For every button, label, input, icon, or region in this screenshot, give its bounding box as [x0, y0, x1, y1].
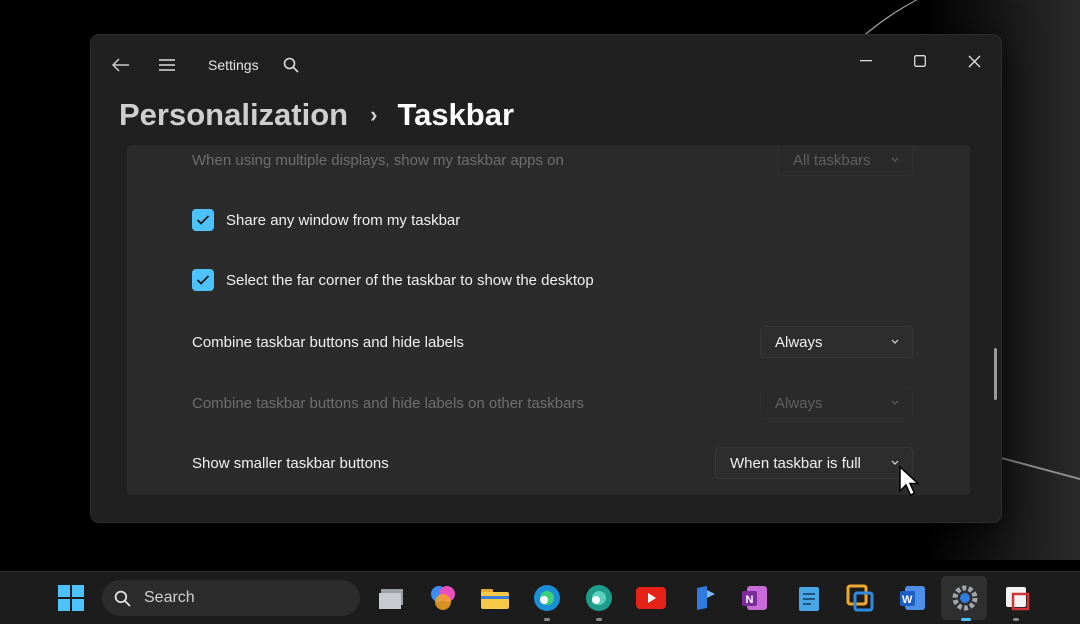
smaller-buttons-dropdown[interactable]: When taskbar is full	[715, 447, 913, 479]
page-title: Taskbar	[397, 97, 515, 132]
active-indicator	[961, 618, 971, 621]
svg-text:N: N	[746, 594, 754, 606]
maximize-button[interactable]	[897, 43, 943, 79]
search-icon	[114, 590, 131, 607]
title-bar: Settings	[91, 35, 1001, 95]
combine-other-dropdown: Always	[760, 387, 913, 419]
multi-display-label: When using multiple displays, show my ta…	[192, 151, 564, 169]
start-icon	[58, 585, 84, 611]
breadcrumb-separator: ›	[370, 102, 378, 127]
combine-dropdown[interactable]: Always	[760, 326, 913, 358]
scrollbar-thumb[interactable]	[994, 348, 997, 400]
smaller-buttons-value: When taskbar is full	[730, 454, 861, 472]
menu-button[interactable]	[153, 51, 181, 79]
share-window-label: Share any window from my taskbar	[226, 211, 461, 229]
running-indicator	[596, 618, 602, 621]
taskbar: Search N W	[0, 571, 1080, 624]
snipping-icon	[1006, 587, 1030, 611]
taskbar-app-explorer-old[interactable]	[376, 583, 406, 613]
chevron-down-icon	[891, 157, 899, 162]
svg-text:W: W	[902, 594, 913, 606]
combine-row: Combine taskbar buttons and hide labels …	[127, 312, 970, 372]
taskbar-app-pen[interactable]	[690, 583, 720, 613]
edge-icon	[534, 585, 560, 611]
multi-display-dropdown[interactable]: All taskbars	[778, 145, 913, 176]
combine-label: Combine taskbar buttons and hide labels	[192, 333, 464, 351]
copilot-icon	[431, 586, 455, 610]
share-window-checkbox[interactable]	[192, 209, 214, 231]
checkmark-icon	[196, 215, 210, 225]
combine-value: Always	[775, 333, 823, 351]
multi-display-row: When using multiple displays, show my ta…	[127, 145, 970, 190]
far-corner-checkbox[interactable]	[192, 269, 214, 291]
share-window-row[interactable]: Share any window from my taskbar	[127, 190, 970, 250]
taskbar-search-box[interactable]: Search	[102, 580, 360, 616]
far-corner-label: Select the far corner of the taskbar to …	[226, 271, 594, 289]
onenote-icon: N	[742, 586, 767, 610]
search-placeholder: Search	[144, 589, 195, 606]
taskbar-app-word[interactable]: W	[898, 583, 928, 613]
far-corner-row[interactable]: Select the far corner of the taskbar to …	[127, 250, 970, 310]
combine-other-label: Combine taskbar buttons and hide labels …	[192, 394, 584, 412]
settings-window: Settings Personalization › Taskbar When …	[91, 35, 1001, 522]
back-button[interactable]	[107, 51, 135, 79]
pen-icon	[697, 586, 715, 610]
taskbar-app-copilot[interactable]	[428, 583, 458, 613]
settings-icon	[952, 585, 978, 611]
file-explorer-old-icon	[379, 589, 403, 609]
maximize-icon	[914, 55, 926, 67]
checkmark-icon	[196, 275, 210, 285]
running-indicator	[1013, 618, 1019, 621]
search-button[interactable]	[277, 51, 305, 79]
taskbar-app-settings[interactable]	[950, 583, 980, 613]
folder-sync-icon	[846, 584, 874, 612]
word-icon: W	[900, 586, 925, 610]
minimize-button[interactable]	[843, 43, 889, 79]
running-indicator	[544, 618, 550, 621]
close-icon	[968, 55, 980, 67]
search-icon	[283, 57, 299, 73]
edge-beta-icon	[586, 585, 612, 611]
taskbar-app-snipping[interactable]	[1002, 583, 1032, 613]
minimize-icon	[860, 60, 872, 62]
multi-display-value: All taskbars	[793, 151, 871, 169]
file-explorer-icon	[481, 589, 509, 609]
mouse-pointer-icon	[899, 465, 920, 496]
chevron-down-icon	[891, 339, 899, 344]
smaller-buttons-row: Show smaller taskbar buttons When taskba…	[127, 433, 970, 493]
start-button[interactable]	[56, 583, 86, 613]
app-title: Settings	[208, 57, 259, 73]
taskbar-app-folder-sync[interactable]	[845, 583, 875, 613]
youtube-icon	[636, 587, 666, 609]
taskbar-app-edge[interactable]	[532, 583, 562, 613]
notepad-icon	[799, 587, 819, 611]
combine-other-row: Combine taskbar buttons and hide labels …	[127, 373, 970, 433]
taskbar-app-edge-beta[interactable]	[584, 583, 614, 613]
taskbar-app-onenote[interactable]: N	[740, 583, 770, 613]
taskbar-behaviors-card: When using multiple displays, show my ta…	[127, 145, 970, 495]
taskbar-app-notepad[interactable]	[794, 583, 824, 613]
breadcrumb-parent[interactable]: Personalization	[119, 97, 348, 133]
chevron-down-icon	[891, 400, 899, 405]
back-arrow-icon	[112, 58, 129, 72]
taskbar-app-youtube[interactable]	[636, 583, 666, 613]
taskbar-app-file-explorer[interactable]	[480, 583, 510, 613]
close-button[interactable]	[951, 43, 997, 79]
smaller-buttons-label: Show smaller taskbar buttons	[192, 454, 389, 472]
hamburger-icon	[159, 59, 175, 71]
breadcrumb: Personalization › Taskbar	[119, 93, 514, 137]
combine-other-value: Always	[775, 394, 823, 412]
